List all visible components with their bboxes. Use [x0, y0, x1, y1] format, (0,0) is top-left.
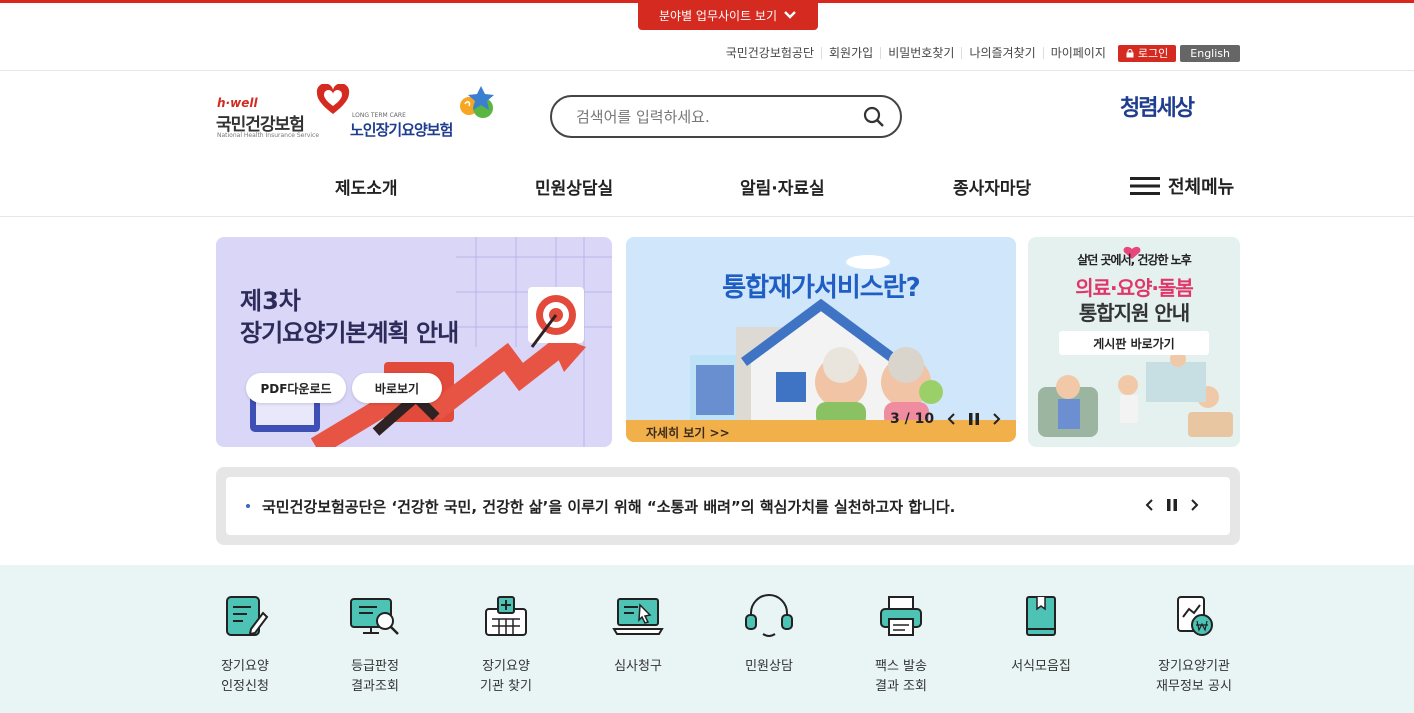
quick-label-review: 심사청구 [614, 659, 662, 674]
quick-label-forms: 서식모음집 [1011, 659, 1071, 674]
nhis-logo-tag: h·well [217, 96, 258, 110]
finance-document-icon [1177, 596, 1213, 636]
quick-label-find-facility: 장기요양 기관 찾기 [480, 659, 532, 694]
notice-pause-icon[interactable] [1166, 498, 1178, 512]
quick-label-apply: 장기요양 인정신청 [221, 659, 269, 694]
util-link-mypage[interactable]: 마이페이지 [1042, 47, 1113, 59]
nhis-logo-en: National Health Insurance Service [217, 132, 320, 139]
notice-prev-icon[interactable] [1144, 498, 1154, 512]
field-site-toggle-button[interactable]: 분야별 업무사이트 보기 [638, 0, 818, 30]
banner1-title-2: 장기요양기본계획 안내 [240, 319, 459, 347]
laptop-cursor-icon [612, 598, 664, 635]
notice-text[interactable]: 국민건강보험공단은 ‘건강한 국민, 건강한 삶’을 이루기 위해 “소통과 배… [262, 496, 955, 517]
login-button[interactable]: 로그인 [1117, 44, 1177, 62]
heart-icon [316, 84, 350, 114]
banner1-title-1: 제3차 [240, 287, 301, 315]
headset-icon [745, 594, 793, 637]
fax-icon [880, 596, 922, 636]
pdf-download-button[interactable]: PDF다운로드 [246, 373, 346, 403]
quick-menu: 장기요양 인정신청 등급판정 결과조회 장기요양 기관 찾기 심사청구 민원상담… [0, 565, 1414, 713]
nhis-logo[interactable]: h·well 국민건강보험 National Health Insurance … [216, 84, 350, 140]
util-link-nhis[interactable]: 국민건강보험공단 [719, 47, 821, 59]
banner-ltc-plan[interactable]: 제3차 장기요양기본계획 안내 PDF다운로드 바로보기 [216, 237, 612, 447]
board-shortcut-button[interactable]: 게시판 바로가기 [1059, 331, 1209, 355]
field-site-toggle-label: 분야별 업무사이트 보기 [658, 8, 778, 23]
quick-label-grade: 등급판정 결과조회 [351, 659, 399, 694]
banner2-title: 통합재가서비스란? [722, 273, 920, 303]
ltc-logo[interactable]: LONG TERM CARE 노인장기요양보험 [350, 86, 500, 140]
hospital-icon [485, 596, 527, 636]
banner-counter: 3 / 10 [890, 411, 935, 427]
chevron-down-icon [784, 11, 796, 19]
view-button[interactable]: 바로보기 [352, 373, 442, 403]
banner-controls: 3 / 10 [890, 411, 1002, 427]
book-icon [1026, 596, 1056, 636]
banner3-subtitle: 살던 곳에서, 건강한 노후 [1077, 253, 1192, 267]
notice-bar: 국민건강보험공단은 ‘건강한 국민, 건강한 삶’을 이루기 위해 “소통과 배… [216, 467, 1240, 545]
util-link-favorites[interactable]: 나의즐겨찾기 [961, 47, 1042, 59]
gnb-item-system[interactable]: 제도소개 [335, 174, 398, 199]
all-menu-button[interactable]: 전체메뉴 [1130, 173, 1234, 199]
all-menu-label: 전체메뉴 [1168, 177, 1235, 198]
quick-label-finance: 장기요양기관 재무정보 공시 [1156, 659, 1232, 694]
quick-item-forms[interactable]: 서식모음집 [976, 593, 1106, 677]
banner2-more-link[interactable]: 자세히 보기 >> [646, 424, 730, 441]
quick-item-finance[interactable]: 장기요양기관 재무정보 공시 [1129, 593, 1259, 697]
ltc-logo-name: 노인장기요양보험 [350, 121, 453, 139]
ltc-logo-en: LONG TERM CARE [352, 112, 406, 119]
quick-item-apply[interactable]: 장기요양 인정신청 [180, 593, 310, 697]
quick-item-counsel[interactable]: 민원상담 [704, 593, 834, 677]
gnb-item-notice[interactable]: 알림·자료실 [740, 174, 825, 199]
pause-icon[interactable] [968, 412, 980, 426]
util-link-join[interactable]: 회원가입 [821, 47, 880, 59]
prev-arrow-icon[interactable] [946, 412, 956, 426]
document-pen-icon [226, 596, 269, 636]
lock-icon [1126, 48, 1134, 57]
notice-controls [1144, 498, 1200, 512]
banner3-title-2: 통합지원 안내 [1078, 301, 1190, 325]
search-icon[interactable] [862, 105, 886, 129]
quick-label-counsel: 민원상담 [745, 659, 793, 674]
utility-nav: 국민건강보험공단 회원가입 비밀번호찾기 나의즐겨찾기 마이페이지 로그인 En… [719, 44, 1240, 62]
clean-world-logo[interactable]: 청렴세상 [1120, 90, 1195, 122]
search-input[interactable] [576, 107, 862, 126]
next-arrow-icon[interactable] [992, 412, 1002, 426]
notice-bullet [246, 504, 250, 508]
login-label: 로그인 [1137, 47, 1169, 60]
gnb-item-counsel[interactable]: 민원상담실 [535, 174, 613, 199]
hamburger-icon [1130, 177, 1160, 195]
banner-integrated-support[interactable]: 살던 곳에서, 건강한 노후 의료·요양·돌봄 통합지원 안내 게시판 바로가기 [1028, 237, 1240, 447]
monitor-search-icon [350, 598, 399, 635]
quick-item-find-facility[interactable]: 장기요양 기관 찾기 [441, 593, 571, 697]
gnb-item-worker[interactable]: 종사자마당 [953, 174, 1031, 199]
notice-next-icon[interactable] [1190, 498, 1200, 512]
notice-inner: 국민건강보험공단은 ‘건강한 국민, 건강한 삶’을 이루기 위해 “소통과 배… [226, 477, 1230, 535]
quick-item-grade[interactable]: 등급판정 결과조회 [310, 593, 440, 697]
quick-item-review[interactable]: 심사청구 [573, 593, 703, 677]
quick-label-fax: 팩스 발송 결과 조회 [875, 659, 927, 694]
header-divider [0, 70, 1414, 71]
util-link-password[interactable]: 비밀번호찾기 [880, 47, 961, 59]
ltc-emblem-icon [460, 86, 494, 118]
search-box [550, 95, 902, 138]
nav-divider [0, 216, 1414, 217]
english-button[interactable]: English [1180, 44, 1240, 62]
quick-item-fax[interactable]: 팩스 발송 결과 조회 [836, 593, 966, 697]
